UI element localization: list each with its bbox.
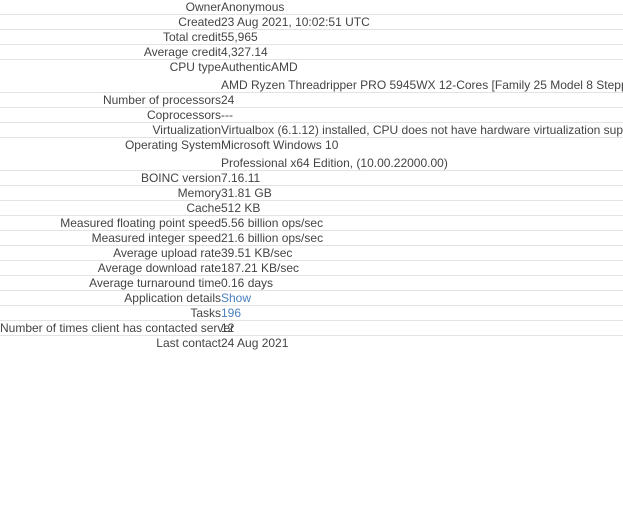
row-value-line: 21.6 billion ops/sec [221,231,324,245]
row-value-line: 23 Aug 2021, 10:02:51 UTC [221,15,370,29]
row-label: Tasks [0,305,221,321]
row-value-line: 5.56 billion ops/sec [221,216,324,230]
table-row: Average credit 4,327.14 [0,44,623,60]
row-label: Measured floating point speed [0,215,221,231]
row-value: Microsoft Windows 10 Professional x64 Edi… [221,137,623,171]
row-value-line: 12 [221,321,235,335]
table-row: Number of times client has contacted ser… [0,320,623,336]
row-value-line: 55,965 [221,30,258,44]
row-label: Average upload rate [0,245,221,261]
row-label: Created [0,14,221,30]
table-row: Virtualization Virtualbox (6.1.12) instal… [0,122,623,138]
table-row: CPU type AuthenticAMD AMD Ryzen Threadripp… [0,59,623,93]
row-value-link[interactable]: Show [221,291,623,305]
row-value: 5.56 billion ops/sec [221,215,623,231]
row-label: Cache [0,200,221,216]
row-value: --- [221,107,623,123]
row-label: Memory [0,185,221,201]
table-row: Average download rate 187.21 KB/sec [0,260,623,276]
row-label: Application details [0,290,221,306]
computer-details-table: Owner Anonymous Created 23 Aug 2021, 10:02:… [0,0,623,350]
table-row: Total credit 55,965 [0,29,623,45]
row-value-line: Virtualbox (6.1.12) installed, CPU does … [221,123,623,137]
row-value-line: 24 Aug 2021 [221,336,289,350]
row-value: 39.51 KB/sec [221,245,623,261]
table-row: Memory 31.81 GB [0,185,623,201]
row-label: Average turnaround time [0,275,221,291]
row-label: Last contact [156,336,221,350]
row-value[interactable]: Show [221,290,623,306]
row-value: 31.81 GB [221,185,623,201]
table-row: Application details Show [0,290,623,306]
row-label: Operating System [0,137,221,171]
row-value: 0.16 days [221,275,623,291]
row-label: CPU type [0,59,221,93]
table-row: Operating System Microsoft Windows 10 Prof… [0,137,623,171]
row-value: 4,327.14 [221,44,623,60]
table-row: Coprocessors --- [0,107,623,123]
row-value-line: 0.16 days [221,276,274,290]
row-label: Total credit [0,29,221,45]
row-label: Virtualization [0,122,221,138]
row-value-line: Professional x64 Edition, (10.00.22000.0… [221,156,448,170]
row-value: Virtualbox (6.1.12) installed, CPU does … [221,122,623,138]
row-value: 24 Aug 2021 [221,336,623,350]
table-row: Created 23 Aug 2021, 10:02:51 UTC [0,14,623,30]
row-value-link[interactable]: 196 [221,306,623,320]
row-label: BOINC version [0,170,221,186]
row-value-line: 39.51 KB/sec [221,246,293,260]
row-label: Number of processors [0,92,221,108]
table-row: Tasks 196 [0,305,623,321]
table-row: Measured integer speed 21.6 billion ops/s… [0,230,623,246]
table-row: Average upload rate 39.51 KB/sec [0,245,623,261]
row-value-line: 187.21 KB/sec [221,261,300,275]
row-label: Average credit [0,44,221,60]
row-value: Anonymous [221,0,623,15]
row-value: 12 [221,320,623,336]
row-label: Number of times client has contacted ser… [0,320,235,336]
row-value-line: 7.16.11 [221,171,261,185]
table-row: Cache 512 KB [0,200,623,216]
row-value-line: 4,327.14 [221,45,268,59]
row-label: Average download rate [0,260,221,276]
row-value: 21.6 billion ops/sec [221,230,623,246]
row-value[interactable]: 196 [221,305,623,321]
table-row: Owner Anonymous [0,0,623,15]
row-value: AuthenticAMD AMD Ryzen Threadripper PRO 5… [221,59,623,93]
table-row: Number of processors 24 [0,92,623,108]
row-value-line: 31.81 GB [221,186,272,200]
table-row: Measured floating point speed 5.56 billio… [0,215,623,231]
row-value-line: Microsoft Windows 10 [221,138,339,152]
row-value: 24 [221,92,623,108]
row-value-line: AMD Ryzen Threadripper PRO 5945WX 12-Cor… [221,78,623,92]
row-value: 512 KB [221,200,623,216]
row-label: Coprocessors [0,107,221,123]
row-label: Measured integer speed [0,230,221,246]
row-value: 23 Aug 2021, 10:02:51 UTC [221,14,623,30]
row-value-line: AuthenticAMD [221,60,298,74]
row-value: 187.21 KB/sec [221,260,623,276]
table-row: Average turnaround time 0.16 days [0,275,623,291]
row-value: 7.16.11 [221,170,623,186]
row-value-line: --- [221,108,233,122]
table-row: Last contact 24 Aug 2021 [0,335,623,350]
row-value-line: 512 KB [221,201,261,215]
row-value-line: 24 [221,93,235,107]
row-value-line: Anonymous [221,0,285,14]
computer-details-table-body: Owner Anonymous Created 23 Aug 2021, 10:02:… [0,0,623,350]
row-value: 55,965 [221,29,623,45]
row-label: Owner [0,0,221,15]
table-row: BOINC version 7.16.11 [0,170,623,186]
